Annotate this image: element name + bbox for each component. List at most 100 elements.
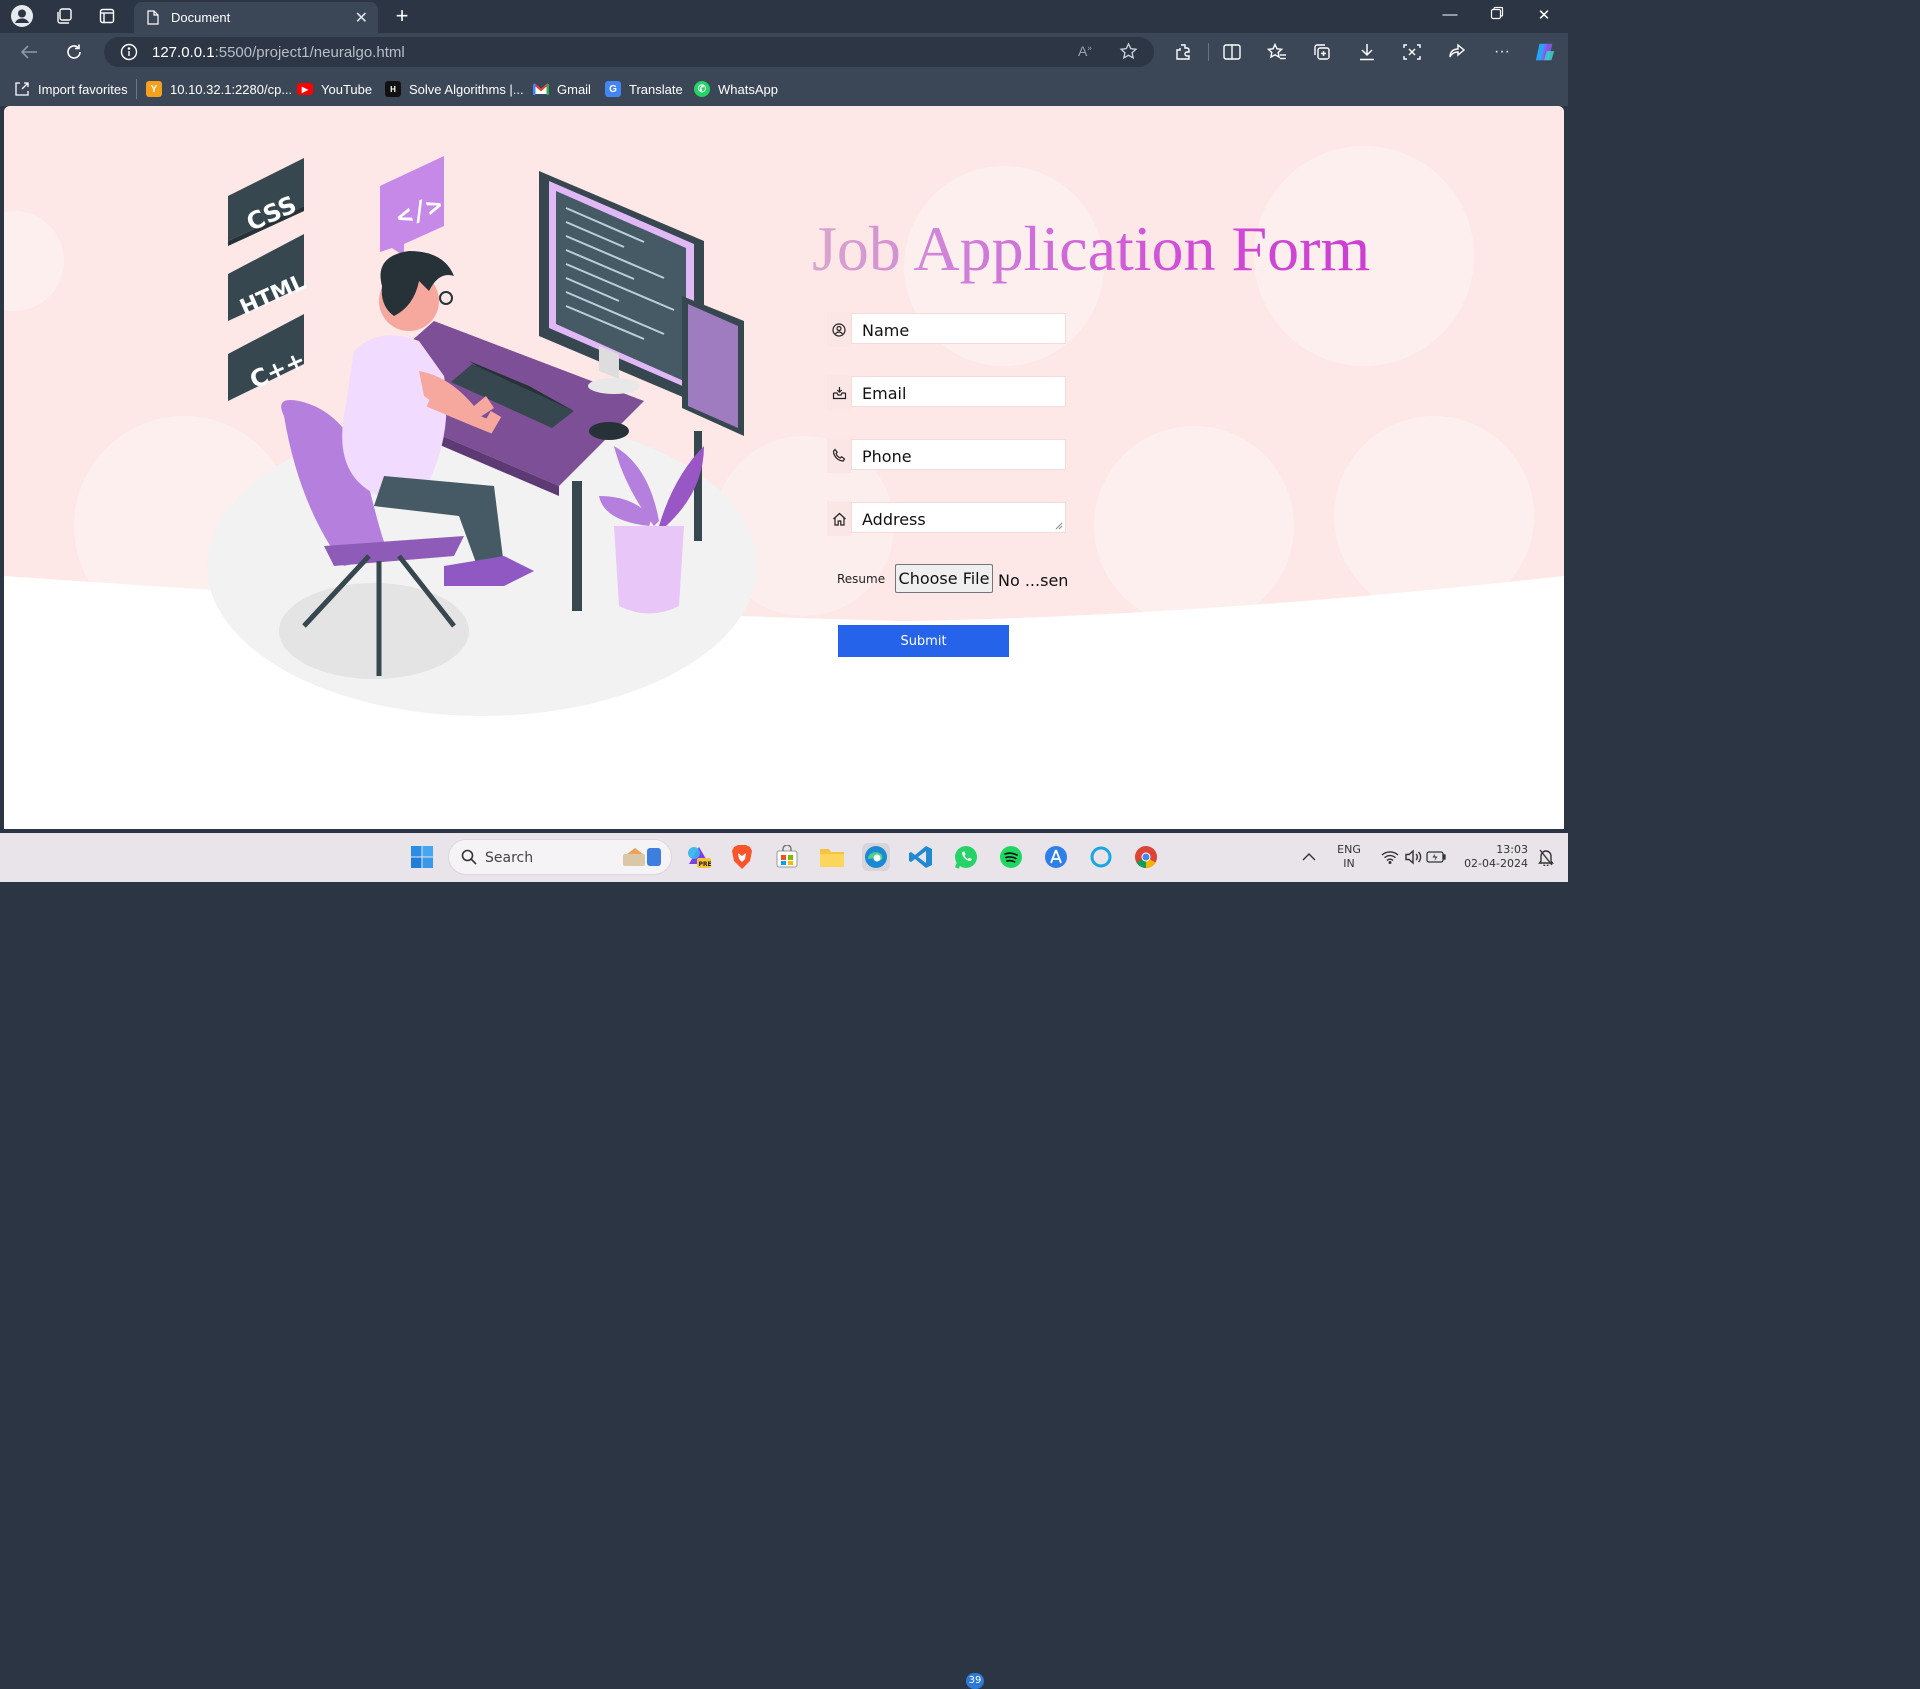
workspaces-icon[interactable] [52,5,76,27]
address-placeholder: Address [862,510,926,529]
app-store-icon[interactable] [1042,843,1070,871]
email-input[interactable]: Email [851,376,1066,407]
close-tab-icon[interactable]: ✕ [355,8,368,28]
language-code: ENG [1337,843,1361,856]
favorite-hackerrank[interactable]: H Solve Algorithms |... [385,80,524,98]
tab-bar: Document ✕ + — ✕ [0,0,1568,33]
tab-document[interactable]: Document ✕ [134,2,378,33]
language-indicator[interactable]: ENG IN [1334,843,1364,871]
developer-illustration: CSS HTML C++ </> [207,156,757,716]
clock-time: 13:03 [1496,843,1528,856]
profile-icon[interactable] [10,5,34,27]
clock-date: 02-04-2024 [1464,857,1528,870]
name-placeholder: Name [862,321,910,340]
favorite-label: Translate [629,81,683,97]
resize-handle-icon[interactable] [1055,522,1063,530]
clock[interactable]: 13:03 02-04-2024 [1454,843,1528,871]
svg-text:PRE: PRE [699,861,712,868]
favorite-import[interactable]: Import favorites [14,80,128,98]
back-icon[interactable] [18,41,40,63]
tab-actions-icon[interactable] [95,5,119,27]
favorite-label: YouTube [321,81,373,97]
toolbar-divider [1208,43,1209,61]
url-host: 127.0.0.1 [152,44,215,61]
refresh-icon[interactable] [63,41,85,63]
screenshot-icon[interactable] [1401,41,1423,63]
favorite-cyberoam[interactable]: Y 10.10.32.1:2280/cp... [146,80,292,98]
favorite-gmail[interactable]: Gmail [533,80,591,98]
file-explorer-icon[interactable] [818,843,846,871]
share-icon[interactable] [1446,41,1468,63]
browser-toolbar: 127.0.0.1:5500/project1/neuralgo.html A»… [0,33,1568,71]
inbox-icon [827,375,851,410]
split-screen-icon[interactable] [1221,41,1243,63]
close-window-button[interactable]: ✕ [1534,6,1554,26]
email-placeholder: Email [862,384,907,403]
whatsapp-app-icon[interactable] [952,843,980,871]
name-input[interactable]: Name [851,313,1066,344]
copilot-icon[interactable] [1534,41,1556,63]
css-tag: CSS [228,158,304,246]
address-textarea[interactable]: Address [851,502,1066,533]
vscode-icon[interactable] [907,843,935,871]
youtube-icon: ▶ [297,83,313,95]
favorite-translate[interactable]: G Translate [605,80,683,98]
email-field: Email [827,375,1072,410]
collections-icon[interactable] [1311,41,1333,63]
read-aloud-icon[interactable]: A» [1078,43,1092,59]
extensions-icon[interactable] [1172,41,1194,63]
favorites-icon[interactable] [1266,41,1288,63]
url-text: 127.0.0.1:5500/project1/neuralgo.html [152,44,405,61]
cortana-icon[interactable] [1087,843,1115,871]
translate-icon: G [605,81,621,97]
favorite-star-icon[interactable] [1119,42,1138,66]
favorite-whatsapp[interactable]: ✆ WhatsApp [694,80,778,98]
favorite-label: Solve Algorithms |... [409,81,524,97]
hackerrank-icon: H [385,81,401,97]
favorites-divider [136,79,137,99]
restore-button[interactable] [1487,6,1507,26]
taskbar-search[interactable]: Search [448,839,672,875]
show-hidden-icons[interactable] [1295,843,1323,871]
spotify-icon[interactable] [997,843,1025,871]
submit-button[interactable]: Submit [838,625,1009,657]
gmail-icon [533,81,549,97]
region-code: IN [1343,857,1355,870]
choose-file-button[interactable]: Choose File [895,564,993,593]
cyberoam-icon: Y [146,81,162,97]
battery-icon[interactable] [1422,843,1450,871]
phone-placeholder: Phone [862,447,912,466]
brave-browser-icon[interactable] [728,843,756,871]
page-viewport: CSS HTML C++ </> Job Application Form Na… [4,106,1564,829]
start-icon[interactable] [408,843,436,871]
phone-icon [827,438,851,473]
favorite-label: Gmail [557,81,591,97]
premiere-icon[interactable]: PRE [685,843,713,871]
whatsapp-badge: 39 [966,1673,984,1689]
phone-input[interactable]: Phone [851,439,1066,470]
code-bubble: </> [380,156,446,256]
html-tag: HTML [228,234,310,321]
taskbar: Search PRE 39 ENG IN 13:03 02-04-2024 [0,833,1568,1689]
chrome-icon[interactable] [1132,843,1160,871]
address-bar[interactable]: 127.0.0.1:5500/project1/neuralgo.html A» [104,37,1154,67]
more-options-icon[interactable]: ··· [1491,41,1513,63]
import-icon [14,81,30,97]
phone-field: Phone [827,438,1072,473]
url-path: :5500/project1/neuralgo.html [214,44,405,61]
search-highlight-icon [621,846,665,873]
user-circle-icon [827,312,851,347]
notifications-icon[interactable] [1532,843,1560,871]
site-info-icon[interactable] [120,43,138,66]
search-icon [461,849,477,870]
new-tab-button[interactable]: + [390,3,414,29]
address-field: Address [827,501,1072,536]
edge-icon[interactable] [862,843,890,871]
microsoft-store-icon[interactable] [773,843,801,871]
downloads-icon[interactable] [1356,41,1378,63]
favorite-youtube[interactable]: ▶ YouTube [297,80,372,98]
home-icon [827,501,851,536]
minimize-button[interactable]: — [1440,6,1460,26]
page-icon [147,10,159,28]
favorite-label: Import favorites [38,81,128,97]
